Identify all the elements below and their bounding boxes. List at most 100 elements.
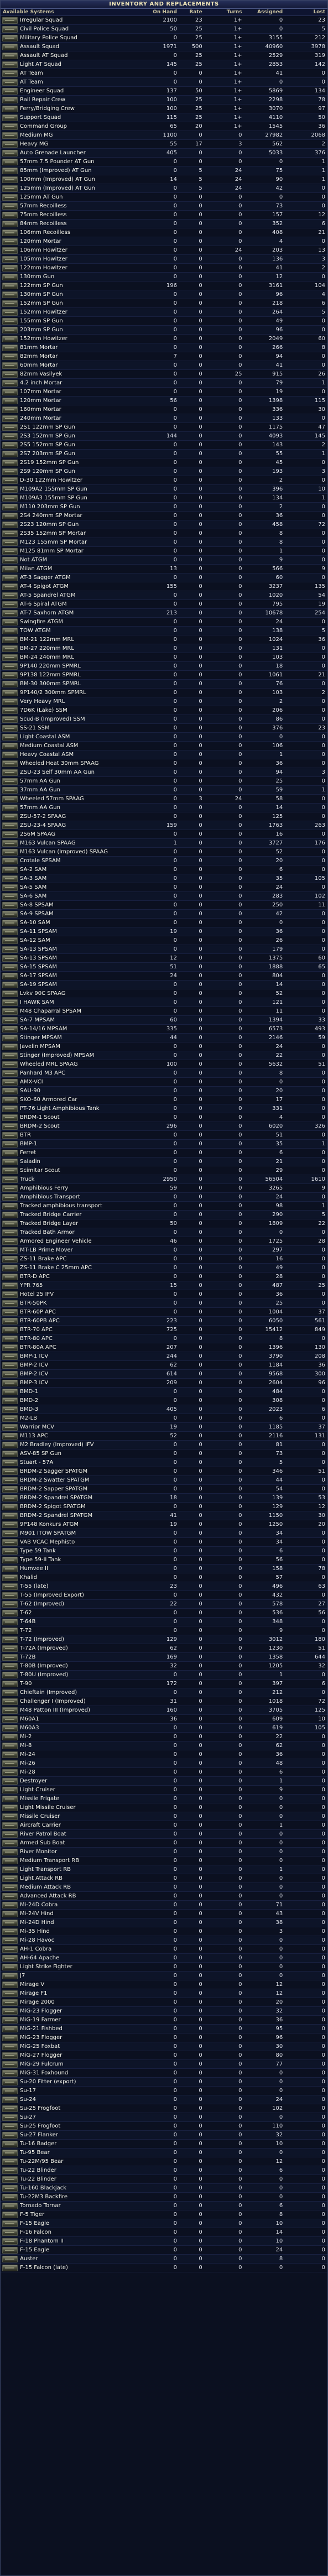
system-name[interactable]: Tu-22M/95 Bear [20, 2158, 145, 2165]
system-name[interactable]: Mi-24 [20, 1751, 145, 1758]
system-name[interactable]: Amphibious Ferry [20, 1185, 145, 1191]
system-name[interactable]: ZS-11 Brake APC [20, 1256, 145, 1262]
table-row[interactable]: T-72B 169 0 0 1358 644 [1, 1653, 327, 1662]
system-name[interactable]: BTR-70 APC [20, 1327, 145, 1333]
system-name[interactable]: SA-7 MPSAM [20, 1017, 145, 1023]
table-row[interactable]: F-15 Eagle 0 0 0 24 0 [1, 2246, 327, 2255]
system-name[interactable]: Light Cruiser [20, 1787, 145, 1793]
table-row[interactable]: 120mm Mortar 56 0 0 1398 115 [1, 397, 327, 405]
table-row[interactable]: 2S4 240mm SP Mortar 0 0 0 36 0 [1, 512, 327, 520]
table-row[interactable]: 85mm (Improved) AT Gun 0 5 24 75 1 [1, 166, 327, 175]
system-name[interactable]: AT-6 Spiral ATGM [20, 601, 145, 607]
system-name[interactable]: 2S1 122mm SP Gun [20, 424, 145, 430]
system-name[interactable]: River Monitor [20, 1849, 145, 1855]
table-row[interactable]: Advanced Attack RB 0 0 0 0 0 [1, 1892, 327, 1901]
table-row[interactable]: Missile Cruiser 0 0 0 0 0 [1, 1812, 327, 1821]
system-name[interactable]: Tu-22 Blinder [20, 2176, 145, 2182]
system-name[interactable]: T-62 (Improved) [20, 1601, 145, 1607]
table-row[interactable]: T-64B 0 0 0 348 0 [1, 1618, 327, 1626]
table-row[interactable]: 2S6M SPAAG 0 0 0 16 0 [1, 830, 327, 839]
system-name[interactable]: PT-76 Light Amphibious Tank [20, 1106, 145, 1112]
system-name[interactable]: 9P140/2 300mm SPMRL [20, 690, 145, 696]
table-row[interactable]: Assault AT Squad 0 25 1+ 2529 319 [1, 51, 327, 60]
system-name[interactable]: ZSU-23 Self 30mm AA Gun [20, 769, 145, 775]
system-name[interactable]: 106mm Howitzer [20, 247, 145, 253]
system-name[interactable]: 125mm AT Gun [20, 194, 145, 200]
system-name[interactable]: SA-15 SPSAM [20, 964, 145, 970]
system-name[interactable]: Support Squad [20, 114, 145, 121]
table-row[interactable]: AMX-VCI 0 0 0 0 0 [1, 1078, 327, 1087]
table-row[interactable]: BTR-60P APC 0 0 0 1004 37 [1, 1308, 327, 1317]
system-name[interactable]: F-15 Eagle [20, 2247, 145, 2253]
system-name[interactable]: Tu-95 Bear [20, 2150, 145, 2156]
table-row[interactable]: MiG-25 Foxbat 0 0 0 30 0 [1, 2042, 327, 2051]
table-row[interactable]: ASV-85 SP Gun 0 0 0 73 0 [1, 1449, 327, 1458]
table-row[interactable]: BM-24 240mm MRL 0 0 0 103 0 [1, 653, 327, 662]
table-row[interactable]: BRDM-2 Spigot SPATGM 0 0 0 129 12 [1, 1503, 327, 1511]
system-name[interactable]: M60A1 [20, 1716, 145, 1722]
table-row[interactable]: AT-5 Spandrel ATGM 0 0 0 1020 54 [1, 591, 327, 600]
table-row[interactable]: Not ATGM 0 0 0 9 0 [1, 556, 327, 565]
table-row[interactable]: SA-6 SAM 0 0 0 283 102 [1, 892, 327, 901]
table-row[interactable]: Light Missile Cruiser 0 0 0 0 0 [1, 1803, 327, 1812]
system-name[interactable]: 106mm Recoilless [20, 230, 145, 236]
table-row[interactable]: Ferry/Bridging Crew 100 25 1+ 3070 97 [1, 105, 327, 113]
system-name[interactable]: BM-27 220mm MRL [20, 645, 145, 651]
system-name[interactable]: BRDM-2 Sagger SPATGM [20, 1468, 145, 1474]
table-row[interactable]: Crotale SPSAM 0 0 0 20 0 [1, 857, 327, 865]
table-row[interactable]: MiG-19 Farmer 0 0 0 36 0 [1, 2016, 327, 2025]
system-name[interactable]: SA-13 SPSAM [20, 946, 145, 952]
table-row[interactable]: T-80U (Improved) 0 0 0 1 0 [1, 1671, 327, 1680]
system-name[interactable]: M48 Patton III (Improved) [20, 1707, 145, 1713]
table-row[interactable]: SA-14/16 MPSAM 335 0 0 6573 493 [1, 1025, 327, 1034]
table-row[interactable]: SA-3 SAM 0 0 0 35 105 [1, 874, 327, 883]
table-row[interactable]: Stinger (Improved) MPSAM 0 0 0 22 0 [1, 1051, 327, 1060]
table-row[interactable]: BRDM-2 Sagger SPATGM 0 0 0 346 51 [1, 1467, 327, 1476]
table-row[interactable]: Mi-24D Hind 0 0 0 38 0 [1, 1918, 327, 1927]
table-row[interactable]: Mirage F1 0 0 0 12 0 [1, 1989, 327, 1998]
table-row[interactable]: BTR-70 APC 725 0 0 15412 849 [1, 1326, 327, 1334]
table-row[interactable]: AT Team 0 0 1+ 0 0 [1, 78, 327, 87]
table-row[interactable]: Mi-24D Cobra 0 0 0 71 0 [1, 1901, 327, 1910]
table-row[interactable]: F-18 Phantom II 0 0 0 10 0 [1, 2237, 327, 2246]
system-name[interactable]: Crotale SPSAM [20, 858, 145, 864]
table-row[interactable]: Tracked Bridge Layer 50 0 0 1809 22 [1, 1219, 327, 1228]
system-name[interactable]: Tu-16 Badger [20, 2141, 145, 2147]
table-row[interactable]: Tracked Bridge Carrier 0 0 0 290 5 [1, 1211, 327, 1219]
table-row[interactable]: SKO-60 Armored Car 0 0 0 17 0 [1, 1096, 327, 1104]
table-row[interactable]: Mi-2 0 0 0 22 0 [1, 1733, 327, 1741]
system-name[interactable]: YPR 765 [20, 1282, 145, 1289]
table-row[interactable]: Very Heavy MRL 0 0 0 2 0 [1, 697, 327, 706]
system-name[interactable]: BMP-2 ICV [20, 1362, 145, 1368]
table-row[interactable]: SA-10 SAM 0 0 0 0 0 [1, 919, 327, 927]
table-row[interactable]: Military Police Squad 0 25 1+ 3155 212 [1, 34, 327, 43]
system-name[interactable]: 120mm Mortar [20, 238, 145, 244]
table-row[interactable]: 2S35 152mm SP Mortar 0 0 0 8 0 [1, 529, 327, 538]
table-row[interactable]: SA-13 SPSAM 0 0 0 179 0 [1, 945, 327, 954]
table-row[interactable]: T-55 (late) 23 0 0 496 63 [1, 1582, 327, 1591]
table-row[interactable]: 9P140/2 300mm SPMRL 0 0 0 103 2 [1, 689, 327, 697]
system-name[interactable]: Ferret [20, 1150, 145, 1156]
system-name[interactable]: SA-13 SPSAM [20, 955, 145, 961]
table-row[interactable]: Type 59 Tank 0 0 0 6 0 [1, 1547, 327, 1556]
table-row[interactable]: Tracked Bath Armor 0 0 0 0 0 [1, 1228, 327, 1237]
system-name[interactable]: MiG-29 Fulcrum [20, 2061, 145, 2067]
table-row[interactable]: SA-17 SPSAM 24 0 0 804 0 [1, 972, 327, 981]
table-row[interactable]: M48 Patton III (Improved) 160 0 0 3705 125 [1, 1706, 327, 1715]
table-row[interactable]: M48 Chaparral SPSAM 0 0 0 11 0 [1, 1007, 327, 1016]
system-name[interactable]: I HAWK SAM [20, 999, 145, 1005]
table-row[interactable]: 57mm 7.5 Pounder AT Gun 0 0 0 0 1 [1, 158, 327, 166]
table-row[interactable]: BRDM-2 Scout 296 0 0 6020 326 [1, 1122, 327, 1131]
system-name[interactable]: SA-17 SPSAM [20, 973, 145, 979]
system-name[interactable]: BMD-1 [20, 1389, 145, 1395]
system-name[interactable]: AT Team [20, 70, 145, 76]
table-row[interactable]: Su-25 Frogfoot 0 0 0 110 0 [1, 2122, 327, 2131]
table-row[interactable]: SA-9 SPSAM 0 0 0 42 0 [1, 910, 327, 919]
system-name[interactable]: M125 81mm SP Mortar [20, 548, 145, 554]
table-row[interactable]: Armed Sub Boat 0 0 0 0 0 [1, 1839, 327, 1848]
system-name[interactable]: SA-19 SPSAM [20, 982, 145, 988]
table-row[interactable]: T-72 0 0 0 9 0 [1, 1626, 327, 1635]
table-row[interactable]: BMD-1 0 0 0 484 0 [1, 1388, 327, 1396]
table-row[interactable]: ZSU-23 Self 30mm AA Gun 0 0 0 94 3 [1, 768, 327, 777]
system-name[interactable]: Assault Squad [20, 44, 145, 50]
